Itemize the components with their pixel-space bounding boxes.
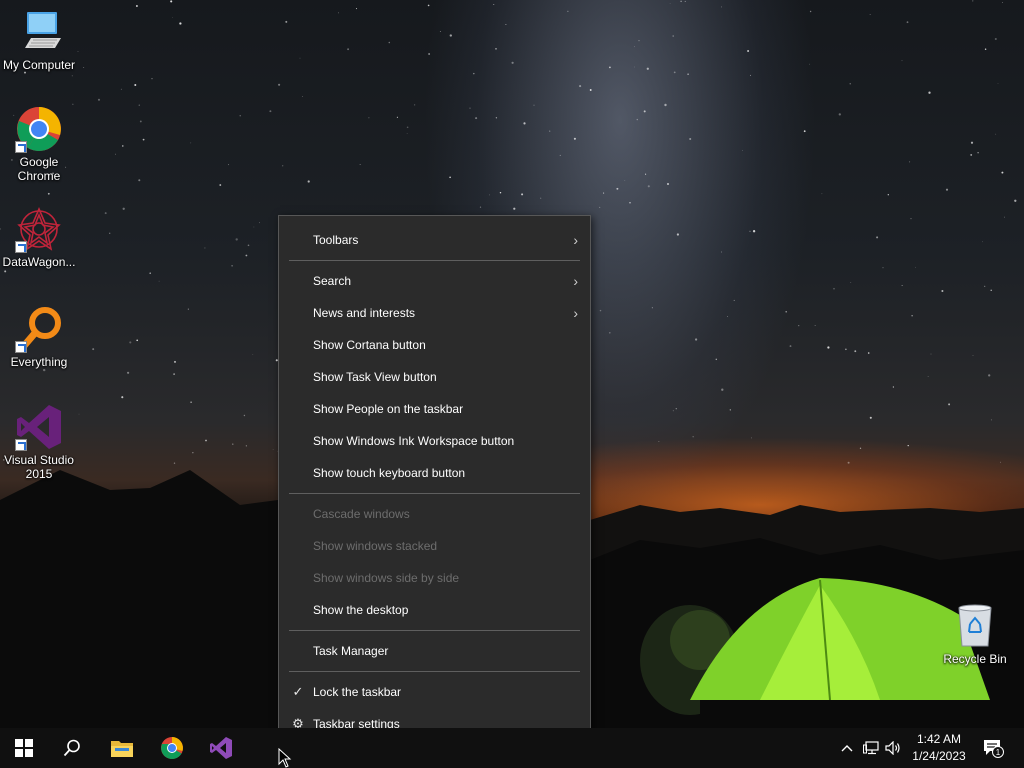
show-hidden-icons-button[interactable]: [836, 728, 858, 768]
menu-item-label: Show Windows Ink Workspace button: [313, 434, 515, 448]
desktop-icon-label: Google Chrome: [17, 155, 61, 183]
menu-item-news-and-interests[interactable]: News and interests ›: [279, 297, 590, 329]
menu-separator: [289, 260, 580, 261]
submenu-arrow-icon: ›: [573, 273, 578, 289]
chevron-up-icon: [841, 745, 853, 752]
file-explorer-button[interactable]: [98, 728, 146, 768]
menu-item-show-the-desktop[interactable]: Show the desktop: [279, 594, 590, 626]
checkmark-icon: ✓: [292, 684, 304, 699]
desktop-icon-label: DataWagon...: [2, 255, 76, 269]
shortcut-arrow-icon: [15, 241, 27, 253]
menu-item-label: Show People on the taskbar: [313, 402, 464, 416]
network-tray-button[interactable]: [860, 728, 882, 768]
menu-item-show-task-view-button[interactable]: Show Task View button: [279, 361, 590, 393]
clock-date: 1/24/2023: [912, 749, 966, 763]
menu-item-cascade-windows: Cascade windows: [279, 498, 590, 530]
desktop-icon-label: Recycle Bin: [943, 652, 1007, 666]
desktop-icon-datawagon[interactable]: DataWagon...: [0, 205, 78, 269]
menu-item-label: Show the desktop: [313, 603, 409, 617]
desktop-icon-recycle-bin[interactable]: Recycle Bin: [936, 602, 1014, 666]
menu-item-toolbars[interactable]: Toolbars ›: [279, 224, 590, 256]
mouse-cursor: [278, 748, 292, 768]
chrome-icon: [15, 105, 63, 153]
desktop-icon-label: Visual Studio 2015: [4, 453, 74, 481]
menu-item-label: Show Task View button: [313, 370, 437, 384]
menu-separator: [289, 493, 580, 494]
chrome-icon: [161, 737, 183, 759]
menu-item-label: Search: [313, 274, 352, 288]
menu-item-search[interactable]: Search ›: [279, 265, 590, 297]
visual-studio-taskbar-button[interactable]: [197, 728, 245, 768]
submenu-arrow-icon: ›: [573, 305, 578, 321]
volume-tray-button[interactable]: [882, 728, 904, 768]
recycle-bin-icon: [951, 602, 999, 650]
notification-count: 1: [996, 748, 1001, 757]
desktop-icon-everything[interactable]: Everything: [0, 305, 78, 369]
menu-item-label: Show windows stacked: [313, 539, 438, 553]
menu-item-label: Cascade windows: [313, 507, 410, 521]
visual-studio-icon: [15, 403, 63, 451]
notification-icon: 1: [984, 740, 1004, 758]
menu-separator: [289, 671, 580, 672]
menu-item-label: Show Cortana button: [313, 338, 426, 352]
menu-item-show-touch-keyboard-button[interactable]: Show touch keyboard button: [279, 457, 590, 489]
menu-item-show-people[interactable]: Show People on the taskbar: [279, 393, 590, 425]
clock[interactable]: 1:42 AM 1/24/2023: [903, 728, 975, 768]
menu-item-label: Show windows side by side: [313, 571, 460, 585]
menu-item-label: Show touch keyboard button: [313, 466, 466, 480]
start-icon: [15, 739, 33, 757]
search-icon: [63, 739, 80, 757]
menu-item-task-manager[interactable]: Task Manager: [279, 635, 590, 667]
shortcut-arrow-icon: [15, 341, 27, 353]
visual-studio-icon: [210, 737, 232, 759]
menu-item-label: Toolbars: [313, 233, 359, 247]
menu-separator: [289, 630, 580, 631]
desktop-icon-my-computer[interactable]: My Computer: [0, 8, 78, 72]
menu-item-show-cortana-button[interactable]: Show Cortana button: [279, 329, 590, 361]
menu-item-show-windows-side-by-side: Show windows side by side: [279, 562, 590, 594]
menu-item-label: Task Manager: [313, 644, 389, 658]
search-button[interactable]: [48, 728, 96, 768]
shortcut-arrow-icon: [15, 439, 27, 451]
menu-item-label: Lock the taskbar: [313, 685, 402, 699]
clock-time: 1:42 AM: [916, 732, 962, 746]
desktop-icon-label: My Computer: [2, 58, 76, 72]
taskbar-context-menu: Toolbars › Search › News and interests ›…: [278, 215, 591, 749]
volume-icon: [885, 741, 900, 755]
datawagon-icon: [15, 205, 63, 253]
desktop-icon-visual-studio[interactable]: Visual Studio 2015: [0, 403, 78, 481]
file-explorer-icon: [111, 741, 133, 757]
menu-item-show-ink-workspace-button[interactable]: Show Windows Ink Workspace button: [279, 425, 590, 457]
menu-item-label: News and interests: [313, 306, 416, 320]
action-center-button[interactable]: 1: [978, 728, 1008, 768]
submenu-arrow-icon: ›: [573, 232, 578, 248]
menu-item-show-windows-stacked: Show windows stacked: [279, 530, 590, 562]
shortcut-arrow-icon: [15, 141, 27, 153]
menu-item-lock-the-taskbar[interactable]: ✓ Lock the taskbar: [279, 676, 590, 708]
computer-icon: [15, 8, 63, 56]
chrome-taskbar-button[interactable]: [148, 728, 196, 768]
start-button[interactable]: [0, 728, 48, 768]
taskbar[interactable]: 1:42 AM 1/24/2023 1: [0, 728, 1024, 768]
everything-search-icon: [15, 305, 63, 353]
network-icon: [863, 741, 879, 755]
desktop-icon-google-chrome[interactable]: Google Chrome: [0, 105, 78, 183]
desktop-icon-label: Everything: [10, 355, 68, 369]
